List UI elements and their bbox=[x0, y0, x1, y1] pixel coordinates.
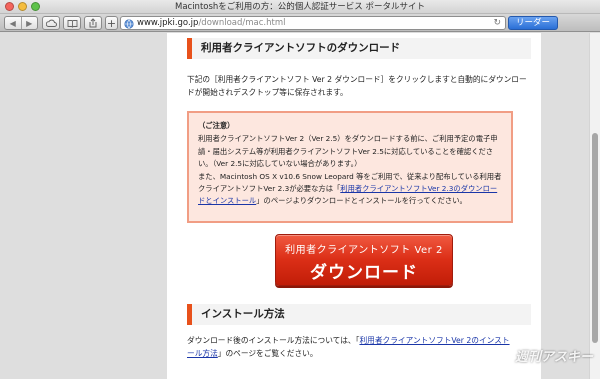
refresh-icon[interactable]: ↻ bbox=[493, 17, 501, 29]
vertical-scrollbar[interactable] bbox=[589, 33, 600, 379]
url-path: /download/mac.html bbox=[198, 18, 286, 28]
reader-button[interactable]: リーダー bbox=[508, 16, 558, 30]
page-viewport: 利用者クライアントソフトのダウンロード 下記の［利用者クライアントソフト Ver… bbox=[0, 33, 600, 379]
notice-paragraph-2-suffix: 」のページよりダウンロードとインストールを行ってください。 bbox=[256, 196, 467, 206]
globe-icon bbox=[124, 18, 134, 29]
window-title: Macintoshをご利用の方：公的個人認証サービス ポータルサイト bbox=[174, 2, 426, 12]
window-controls bbox=[5, 2, 40, 11]
browser-toolbar: ◀ ▶ + www.jpki.go.jp/download/mac.html ↻… bbox=[0, 14, 600, 32]
window-title-bar: Macintoshをご利用の方：公的個人認証サービス ポータルサイト bbox=[0, 0, 600, 14]
download-button-line2: ダウンロード bbox=[310, 263, 418, 283]
publisher-watermark: 週刊アスキー bbox=[515, 350, 594, 365]
zoom-window-button[interactable] bbox=[31, 2, 40, 11]
address-bar[interactable]: www.jpki.go.jp/download/mac.html ↻ bbox=[120, 16, 506, 30]
plus-icon: + bbox=[106, 16, 117, 30]
close-window-button[interactable] bbox=[5, 2, 14, 11]
notice-paragraph-2: また、Macintosh OS X v10.6 Snow Leopard 等をご… bbox=[198, 171, 502, 208]
sidebar-button[interactable] bbox=[63, 16, 81, 30]
minimize-window-button[interactable] bbox=[18, 2, 27, 11]
new-tab-button[interactable]: + bbox=[105, 16, 118, 30]
notice-box: （ご注意） 利用者クライアントソフトVer 2（Ver 2.5）をダウンロードす… bbox=[187, 111, 513, 223]
share-icon bbox=[89, 18, 97, 28]
install-text-prefix: ダウンロード後のインストール方法については、「 bbox=[187, 336, 360, 345]
download-client-software-button[interactable]: 利用者クライアントソフト Ver 2 ダウンロード bbox=[275, 234, 453, 286]
back-forward-group: ◀ ▶ bbox=[4, 16, 38, 30]
book-icon bbox=[67, 19, 77, 28]
section-heading-download: 利用者クライアントソフトのダウンロード bbox=[187, 38, 531, 59]
notice-title: （ご注意） bbox=[198, 121, 235, 130]
url-host: www.jpki.go.jp bbox=[137, 18, 199, 28]
download-button-line1: 利用者クライアントソフト Ver 2 bbox=[285, 245, 443, 256]
install-paragraph: ダウンロード後のインストール方法については、「利用者クライアントソフトVer 2… bbox=[187, 334, 517, 360]
share-button[interactable] bbox=[84, 16, 102, 30]
page-content: 利用者クライアントソフトのダウンロード 下記の［利用者クライアントソフト Ver… bbox=[167, 33, 541, 379]
scrollbar-thumb[interactable] bbox=[592, 133, 598, 343]
back-button[interactable]: ◀ bbox=[5, 17, 21, 29]
icloud-tabs-button[interactable] bbox=[42, 16, 60, 30]
intro-paragraph: 下記の［利用者クライアントソフト Ver 2 ダウンロード］をクリックしますと自… bbox=[187, 75, 527, 97]
forward-button[interactable]: ▶ bbox=[20, 17, 38, 29]
notice-paragraph-1: 利用者クライアントソフトVer 2（Ver 2.5）をダウンロードする前に、ご利… bbox=[198, 134, 498, 169]
section-heading-install: インストール方法 bbox=[187, 304, 531, 325]
install-text-suffix: 」のページをご覧ください。 bbox=[217, 349, 318, 358]
cloud-icon bbox=[45, 19, 57, 27]
